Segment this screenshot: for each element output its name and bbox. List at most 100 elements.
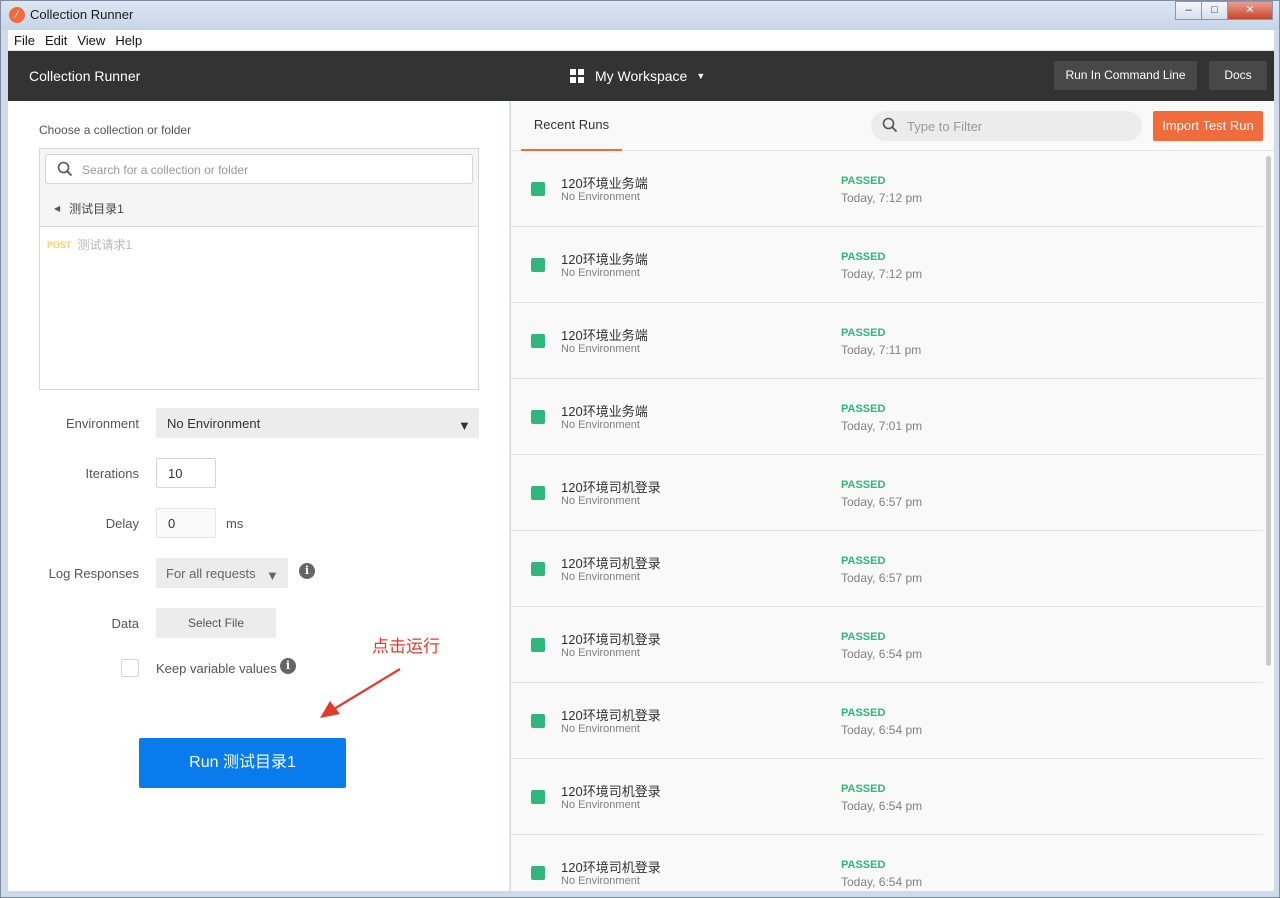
workspace-switcher[interactable]: My Workspace ▼ (570, 68, 705, 84)
app-window: ⁄ Collection Runner ‒ □ ✕ File Edit View… (0, 0, 1280, 898)
log-responses-label: Log Responses (48, 566, 139, 581)
run-name: 120环境司机登录 (561, 708, 661, 723)
run-row[interactable]: 120环境司机登录 No Environment PASSED Today, 6… (511, 531, 1263, 607)
run-name: 120环境业务端 (561, 176, 648, 191)
annotation-arrow-icon (320, 668, 401, 718)
collection-search-placeholder: Search for a collection or folder (82, 163, 249, 177)
status-square-icon (531, 790, 545, 804)
status-square-icon (531, 410, 545, 424)
run-time: Today, 6:54 pm (841, 799, 923, 813)
keep-variable-values-label: Keep variable values (156, 661, 277, 676)
run-environment: No Environment (561, 191, 640, 203)
folder-name: 测试目录1 (69, 202, 124, 216)
run-environment: No Environment (561, 875, 640, 887)
collection-tree-header: Search for a collection or folder ◀ 测试目录… (40, 149, 478, 227)
run-environment: No Environment (561, 267, 640, 279)
run-row[interactable]: 120环境司机登录 No Environment PASSED Today, 6… (511, 683, 1263, 759)
environment-select[interactable]: No Environment ▼ (156, 408, 479, 438)
caret-down-icon: ▼ (266, 568, 279, 583)
run-row[interactable]: 120环境业务端 No Environment PASSED Today, 7:… (511, 303, 1263, 379)
menu-help[interactable]: Help (115, 33, 142, 48)
run-environment: No Environment (561, 723, 640, 735)
run-row[interactable]: 120环境业务端 No Environment PASSED Today, 7:… (511, 227, 1263, 303)
info-icon[interactable]: i (299, 563, 315, 579)
recent-runs-panel: Recent Runs Type to Filter Import Test R… (511, 101, 1274, 891)
run-status: PASSED (841, 479, 886, 491)
runs-scrollbar[interactable] (1266, 156, 1271, 666)
run-environment: No Environment (561, 571, 640, 583)
menu-edit[interactable]: Edit (45, 33, 67, 48)
delay-unit: ms (226, 516, 244, 531)
delay-input[interactable]: 0 (156, 508, 216, 538)
run-in-command-line-button[interactable]: Run In Command Line (1054, 61, 1197, 90)
import-test-run-button[interactable]: Import Test Run (1153, 111, 1263, 141)
window-titlebar[interactable]: ⁄ Collection Runner ‒ □ ✕ (1, 1, 1279, 30)
request-item[interactable]: POST 测试请求1 (47, 236, 132, 253)
run-status: PASSED (841, 251, 886, 263)
status-square-icon (531, 486, 545, 500)
menu-file[interactable]: File (14, 33, 35, 48)
run-status: PASSED (841, 859, 886, 871)
run-row[interactable]: 120环境业务端 No Environment PASSED Today, 7:… (511, 379, 1263, 455)
select-file-button[interactable]: Select File (156, 608, 276, 638)
annotation-text: 点击运行 (372, 637, 440, 656)
docs-button[interactable]: Docs (1209, 61, 1267, 90)
run-environment: No Environment (561, 343, 640, 355)
close-button[interactable]: ✕ (1227, 1, 1273, 20)
status-square-icon (531, 714, 545, 728)
run-name: 120环境司机登录 (561, 784, 661, 799)
workspace-grid-icon (570, 69, 584, 83)
run-time: Today, 6:57 pm (841, 495, 923, 509)
run-name: 120环境业务端 (561, 328, 648, 343)
choose-collection-label: Choose a collection or folder (39, 123, 192, 137)
status-square-icon (531, 182, 545, 196)
run-name: 120环境司机登录 (561, 632, 661, 647)
workspace-name: My Workspace (595, 68, 688, 84)
info-icon[interactable]: i (280, 658, 296, 674)
run-row[interactable]: 120环境司机登录 No Environment PASSED Today, 6… (511, 607, 1263, 683)
request-method-badge: POST (47, 239, 72, 250)
run-status: PASSED (841, 631, 886, 643)
log-responses-value: For all requests (166, 566, 256, 581)
menu-view[interactable]: View (77, 33, 105, 48)
delay-label: Delay (105, 516, 139, 531)
run-time: Today, 6:54 pm (841, 875, 923, 889)
filter-input[interactable]: Type to Filter (871, 111, 1142, 141)
request-name: 测试请求1 (77, 238, 133, 252)
log-responses-select[interactable]: For all requests ▼ (156, 558, 288, 588)
status-square-icon (531, 638, 545, 652)
runs-list: 120环境业务端 No Environment PASSED Today, 7:… (511, 151, 1263, 891)
run-row[interactable]: 120环境司机登录 No Environment PASSED Today, 6… (511, 759, 1263, 835)
status-square-icon (531, 866, 545, 880)
run-row[interactable]: 120环境业务端 No Environment PASSED Today, 7:… (511, 151, 1263, 227)
minimize-button[interactable]: ‒ (1175, 1, 1202, 20)
iterations-input[interactable]: 10 (156, 458, 216, 488)
folder-back-row[interactable]: ◀ 测试目录1 (54, 200, 124, 217)
collection-tree: Search for a collection or folder ◀ 测试目录… (39, 148, 479, 390)
iterations-value: 10 (168, 466, 183, 481)
search-icon (57, 161, 73, 177)
run-time: Today, 6:54 pm (841, 723, 923, 737)
run-environment: No Environment (561, 419, 640, 431)
run-status: PASSED (841, 175, 886, 187)
collection-search-input[interactable]: Search for a collection or folder (45, 154, 473, 184)
maximize-button[interactable]: □ (1201, 1, 1228, 20)
run-time: Today, 7:12 pm (841, 191, 923, 205)
run-row[interactable]: 120环境司机登录 No Environment PASSED Today, 6… (511, 455, 1263, 531)
run-row[interactable]: 120环境司机登录 No Environment PASSED Today, 6… (511, 835, 1263, 891)
run-collection-button[interactable]: Run 测试目录1 (139, 738, 346, 788)
run-name: 120环境司机登录 (561, 860, 661, 875)
run-status: PASSED (841, 327, 886, 339)
data-label: Data (111, 616, 139, 631)
filter-placeholder: Type to Filter (907, 119, 983, 134)
postman-logo-icon: ⁄ (9, 7, 25, 23)
tab-recent-runs[interactable]: Recent Runs (521, 101, 622, 151)
run-name: 120环境司机登录 (561, 556, 661, 571)
environment-value: No Environment (167, 416, 261, 431)
run-environment: No Environment (561, 647, 640, 659)
keep-variable-values-checkbox[interactable] (121, 659, 139, 677)
runner-config-panel: Choose a collection or folder Search for… (8, 101, 510, 891)
run-environment: No Environment (561, 495, 640, 507)
run-name: 120环境司机登录 (561, 480, 661, 495)
run-name: 120环境业务端 (561, 404, 648, 419)
